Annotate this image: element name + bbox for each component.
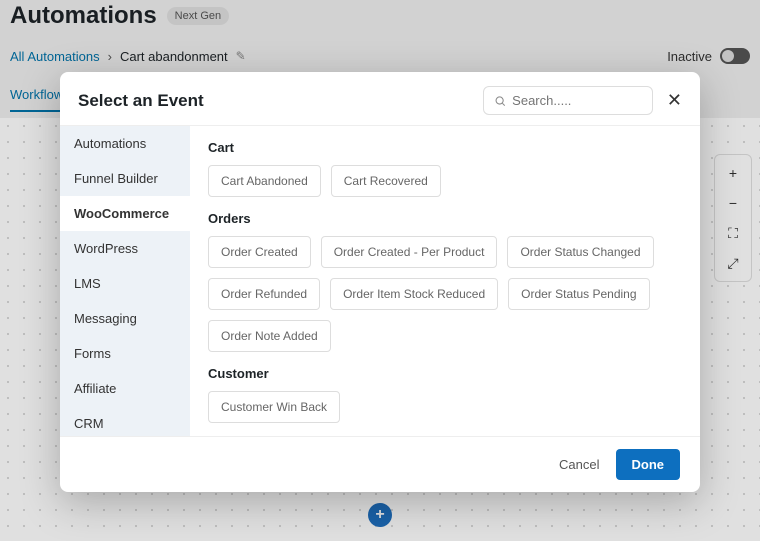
event-category-sidebar: AutomationsFunnel BuilderWooCommerceWord…: [60, 126, 190, 436]
modal-title: Select an Event: [78, 91, 204, 111]
sidebar-item-wordpress[interactable]: WordPress: [60, 231, 190, 266]
group-title: Customer: [208, 366, 682, 381]
event-chip[interactable]: Customer Win Back: [208, 391, 340, 423]
sidebar-item-woocommerce[interactable]: WooCommerce: [60, 196, 190, 231]
event-chip[interactable]: Cart Recovered: [331, 165, 441, 197]
select-event-modal: Select an Event ✕ AutomationsFunnel Buil…: [60, 72, 700, 492]
sidebar-item-forms[interactable]: Forms: [60, 336, 190, 371]
sidebar-item-crm[interactable]: CRM: [60, 406, 190, 436]
event-chip[interactable]: Order Status Pending: [508, 278, 649, 310]
cancel-button[interactable]: Cancel: [559, 457, 599, 472]
event-chip[interactable]: Order Refunded: [208, 278, 320, 310]
group-title: Cart: [208, 140, 682, 155]
search-field[interactable]: [483, 86, 653, 115]
search-input[interactable]: [512, 93, 642, 108]
sidebar-item-messaging[interactable]: Messaging: [60, 301, 190, 336]
sidebar-item-lms[interactable]: LMS: [60, 266, 190, 301]
search-icon: [494, 94, 506, 108]
event-chip[interactable]: Cart Abandoned: [208, 165, 321, 197]
event-chip[interactable]: Order Status Changed: [507, 236, 653, 268]
sidebar-item-funnel-builder[interactable]: Funnel Builder: [60, 161, 190, 196]
group-title: Orders: [208, 211, 682, 226]
event-list: Cart Cart Abandoned Cart Recovered Orders Or…: [190, 126, 700, 436]
sidebar-item-affiliate[interactable]: Affiliate: [60, 371, 190, 406]
done-button[interactable]: Done: [616, 449, 681, 480]
event-chip[interactable]: Order Created: [208, 236, 311, 268]
event-chip[interactable]: Order Created - Per Product: [321, 236, 498, 268]
event-chip[interactable]: Order Item Stock Reduced: [330, 278, 498, 310]
sidebar-item-automations[interactable]: Automations: [60, 126, 190, 161]
event-chip[interactable]: Order Note Added: [208, 320, 331, 352]
modal-overlay: Select an Event ✕ AutomationsFunnel Buil…: [0, 0, 760, 541]
close-icon[interactable]: ✕: [667, 90, 682, 111]
